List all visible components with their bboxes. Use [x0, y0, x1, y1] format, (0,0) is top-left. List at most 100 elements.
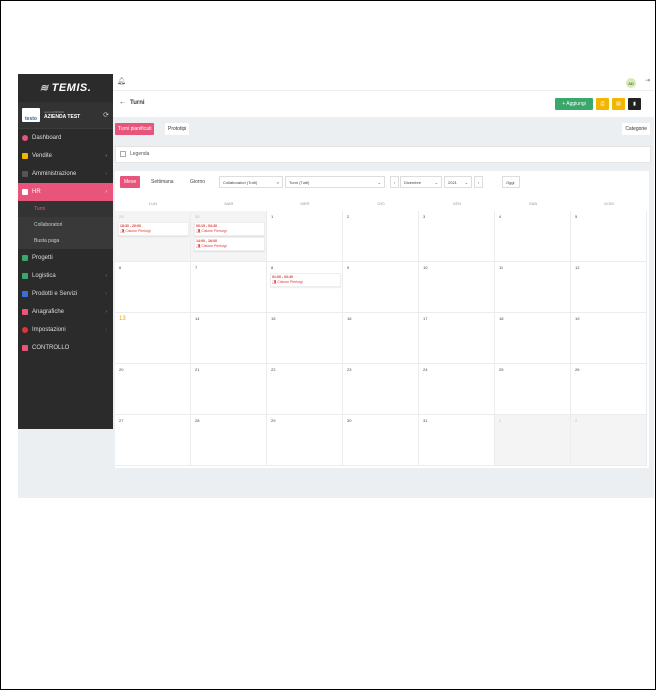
day-number: 3: [423, 214, 426, 219]
sidebar-subitem-collaboratori[interactable]: Collaboratori: [18, 217, 113, 233]
calendar-day-cell[interactable]: 31: [419, 415, 495, 466]
legend-checkbox[interactable]: [120, 151, 126, 157]
calendar-day-cell[interactable]: 14: [191, 313, 267, 364]
sidebar-item-label: Vendite: [32, 153, 53, 159]
calendar-day-cell[interactable]: 29 18:30 - 20:00 👥︎ Cislone Pierluigi: [115, 211, 191, 262]
sidebar-item-progetti[interactable]: Progetti: [18, 249, 113, 267]
calendar-day-cell[interactable]: 19: [571, 313, 647, 364]
app-logo[interactable]: ≋ TEMIS.: [18, 74, 113, 102]
calendar-day-cell[interactable]: 17: [419, 313, 495, 364]
calendar-day-cell[interactable]: 26: [571, 364, 647, 415]
calendar-day-cell[interactable]: 10: [419, 262, 495, 313]
collaboratori-value: Collaboratori (Tutti): [223, 179, 258, 185]
sidebar-item-label: Prodotti e Servizi: [32, 291, 78, 297]
calendar-day-cell[interactable]: 21: [191, 364, 267, 415]
sidebar-item-vendite[interactable]: Vendite ›: [18, 147, 113, 165]
calendar-day-cell[interactable]: 30: [343, 415, 419, 466]
day-number: 25: [499, 367, 504, 372]
tab-prototipi[interactable]: Prototipi: [165, 123, 190, 135]
bell-icon[interactable]: 🔔︎: [117, 77, 126, 85]
shift-event[interactable]: 01:00 - 03:30 👥︎ Cislone Pierluigi: [270, 273, 341, 287]
calendar-day-cell[interactable]: 8 01:00 - 03:30 👥︎ Cislone Pierluigi: [267, 262, 343, 313]
calendar-day-cell[interactable]: 2: [571, 415, 647, 466]
print-button[interactable]: ⎙: [596, 98, 609, 110]
tab-categorie[interactable]: Categorie: [622, 123, 650, 135]
calendar-day-cell[interactable]: 25: [495, 364, 571, 415]
sidebar-item-prodotti[interactable]: Prodotti e Servizi ›: [18, 285, 113, 303]
today-button[interactable]: Oggi: [502, 176, 520, 188]
logout-icon[interactable]: ⇥: [645, 77, 650, 84]
turni-select[interactable]: Turni (Tutti) ⌄: [285, 176, 385, 188]
sidebar-item-dashboard[interactable]: Dashboard: [18, 129, 113, 147]
day-of-week-header: GIO: [377, 201, 385, 206]
day-number: 12: [575, 265, 580, 270]
calendar-day-cell[interactable]: 15: [267, 313, 343, 364]
back-arrow-icon[interactable]: ←: [119, 99, 126, 106]
company-selector[interactable]: testo testo AZIENDA AZIENDA TEST ⟳: [18, 102, 113, 129]
shift-person: 👥︎ Cislone Pierluigi: [196, 229, 227, 233]
day-number: 13: [119, 316, 126, 322]
calendar-day-cell[interactable]: 2: [343, 211, 419, 262]
calendar-day-cell[interactable]: 30 00:15 - 03:30 👥︎ Cislone Pierluigi 14:00…: [191, 211, 267, 262]
add-button[interactable]: + Aggiungi: [555, 98, 593, 110]
day-number: 21: [195, 367, 200, 372]
calendar-day-cell[interactable]: 28: [191, 415, 267, 466]
sidebar-item-hr[interactable]: HR ›: [18, 183, 113, 201]
day-number: 11: [499, 265, 504, 270]
shift-time: 14:00 - 16:00: [196, 239, 218, 243]
calendar-day-cell[interactable]: 7: [191, 262, 267, 313]
shift-event[interactable]: 00:15 - 03:30 👥︎ Cislone Pierluigi: [194, 222, 265, 236]
sidebar-item-controllo[interactable]: CONTROLLO: [18, 339, 113, 357]
shift-person: 👥︎ Cislone Pierluigi: [120, 229, 151, 233]
calendar-day-cell[interactable]: 16: [343, 313, 419, 364]
calendar-day-cell[interactable]: 22: [267, 364, 343, 415]
calendar-day-cell[interactable]: 5: [571, 211, 647, 262]
calendar-day-cell[interactable]: 6: [115, 262, 191, 313]
calendar-day-cell[interactable]: 4: [495, 211, 571, 262]
view-week-button[interactable]: Settimana: [147, 176, 178, 188]
delete-button[interactable]: ▮: [628, 98, 641, 110]
refresh-icon[interactable]: ⟳: [103, 111, 109, 119]
calendar-day-cell[interactable]: 1: [495, 415, 571, 466]
clear-icon[interactable]: ×: [277, 180, 279, 185]
calendar-day-cell[interactable]: 18: [495, 313, 571, 364]
gear-icon: [22, 327, 28, 333]
view-month-button[interactable]: Mese: [120, 176, 141, 188]
sidebar-subitem-busta-paga[interactable]: Busta paga: [18, 233, 113, 249]
prev-month-button[interactable]: ‹: [390, 176, 399, 188]
export-button[interactable]: ▤: [612, 98, 625, 110]
year-select[interactable]: 2021 ⌄: [444, 176, 472, 188]
export-icon: ▤: [616, 101, 621, 107]
shift-event[interactable]: 14:00 - 16:00 👥︎ Cislone Pierluigi: [194, 237, 265, 251]
calendar-day-cell[interactable]: 13: [115, 313, 191, 364]
calendar-day-cell[interactable]: 27: [115, 415, 191, 466]
next-month-button[interactable]: ›: [474, 176, 483, 188]
collaboratori-select[interactable]: Collaboratori (Tutti) ×: [219, 176, 283, 188]
calendar-day-cell[interactable]: 20: [115, 364, 191, 415]
calendar-day-cell[interactable]: 12: [571, 262, 647, 313]
app-window: ≋ TEMIS. testo testo AZIENDA AZIENDA TES…: [18, 74, 654, 498]
month-select[interactable]: Dicembre ⌄: [400, 176, 442, 188]
sidebar-item-amministrazione[interactable]: Amministrazione ›: [18, 165, 113, 183]
calendar-day-cell[interactable]: 3: [419, 211, 495, 262]
calendar-day-cell[interactable]: 9: [343, 262, 419, 313]
calendar-day-cell[interactable]: 23: [343, 364, 419, 415]
sidebar-item-impostazioni[interactable]: Impostazioni ›: [18, 321, 113, 339]
calendar-day-cell[interactable]: 1: [267, 211, 343, 262]
tab-turni-pianificati[interactable]: Turni pianificati: [115, 123, 155, 135]
calendar-day-cell[interactable]: 29: [267, 415, 343, 466]
calendar-day-cell[interactable]: 24: [419, 364, 495, 415]
truck-icon: [22, 273, 28, 279]
page-title: Turni: [130, 100, 145, 106]
view-day-button[interactable]: Giorno: [186, 176, 209, 188]
avatar[interactable]: AD: [626, 78, 636, 88]
shift-event[interactable]: 18:30 - 20:00 👥︎ Cislone Pierluigi: [118, 222, 189, 236]
chevron-right-icon: ›: [105, 327, 107, 333]
day-of-week-header: MER: [300, 201, 310, 206]
sidebar-subitem-turni[interactable]: Turni: [18, 201, 113, 217]
sidebar-item-logistica[interactable]: Logistica ›: [18, 267, 113, 285]
chevron-down-icon: ›: [105, 189, 107, 195]
calendar-day-cell[interactable]: 11: [495, 262, 571, 313]
sidebar-item-anagrafiche[interactable]: Anagrafiche ›: [18, 303, 113, 321]
day-number: 7: [195, 265, 198, 270]
